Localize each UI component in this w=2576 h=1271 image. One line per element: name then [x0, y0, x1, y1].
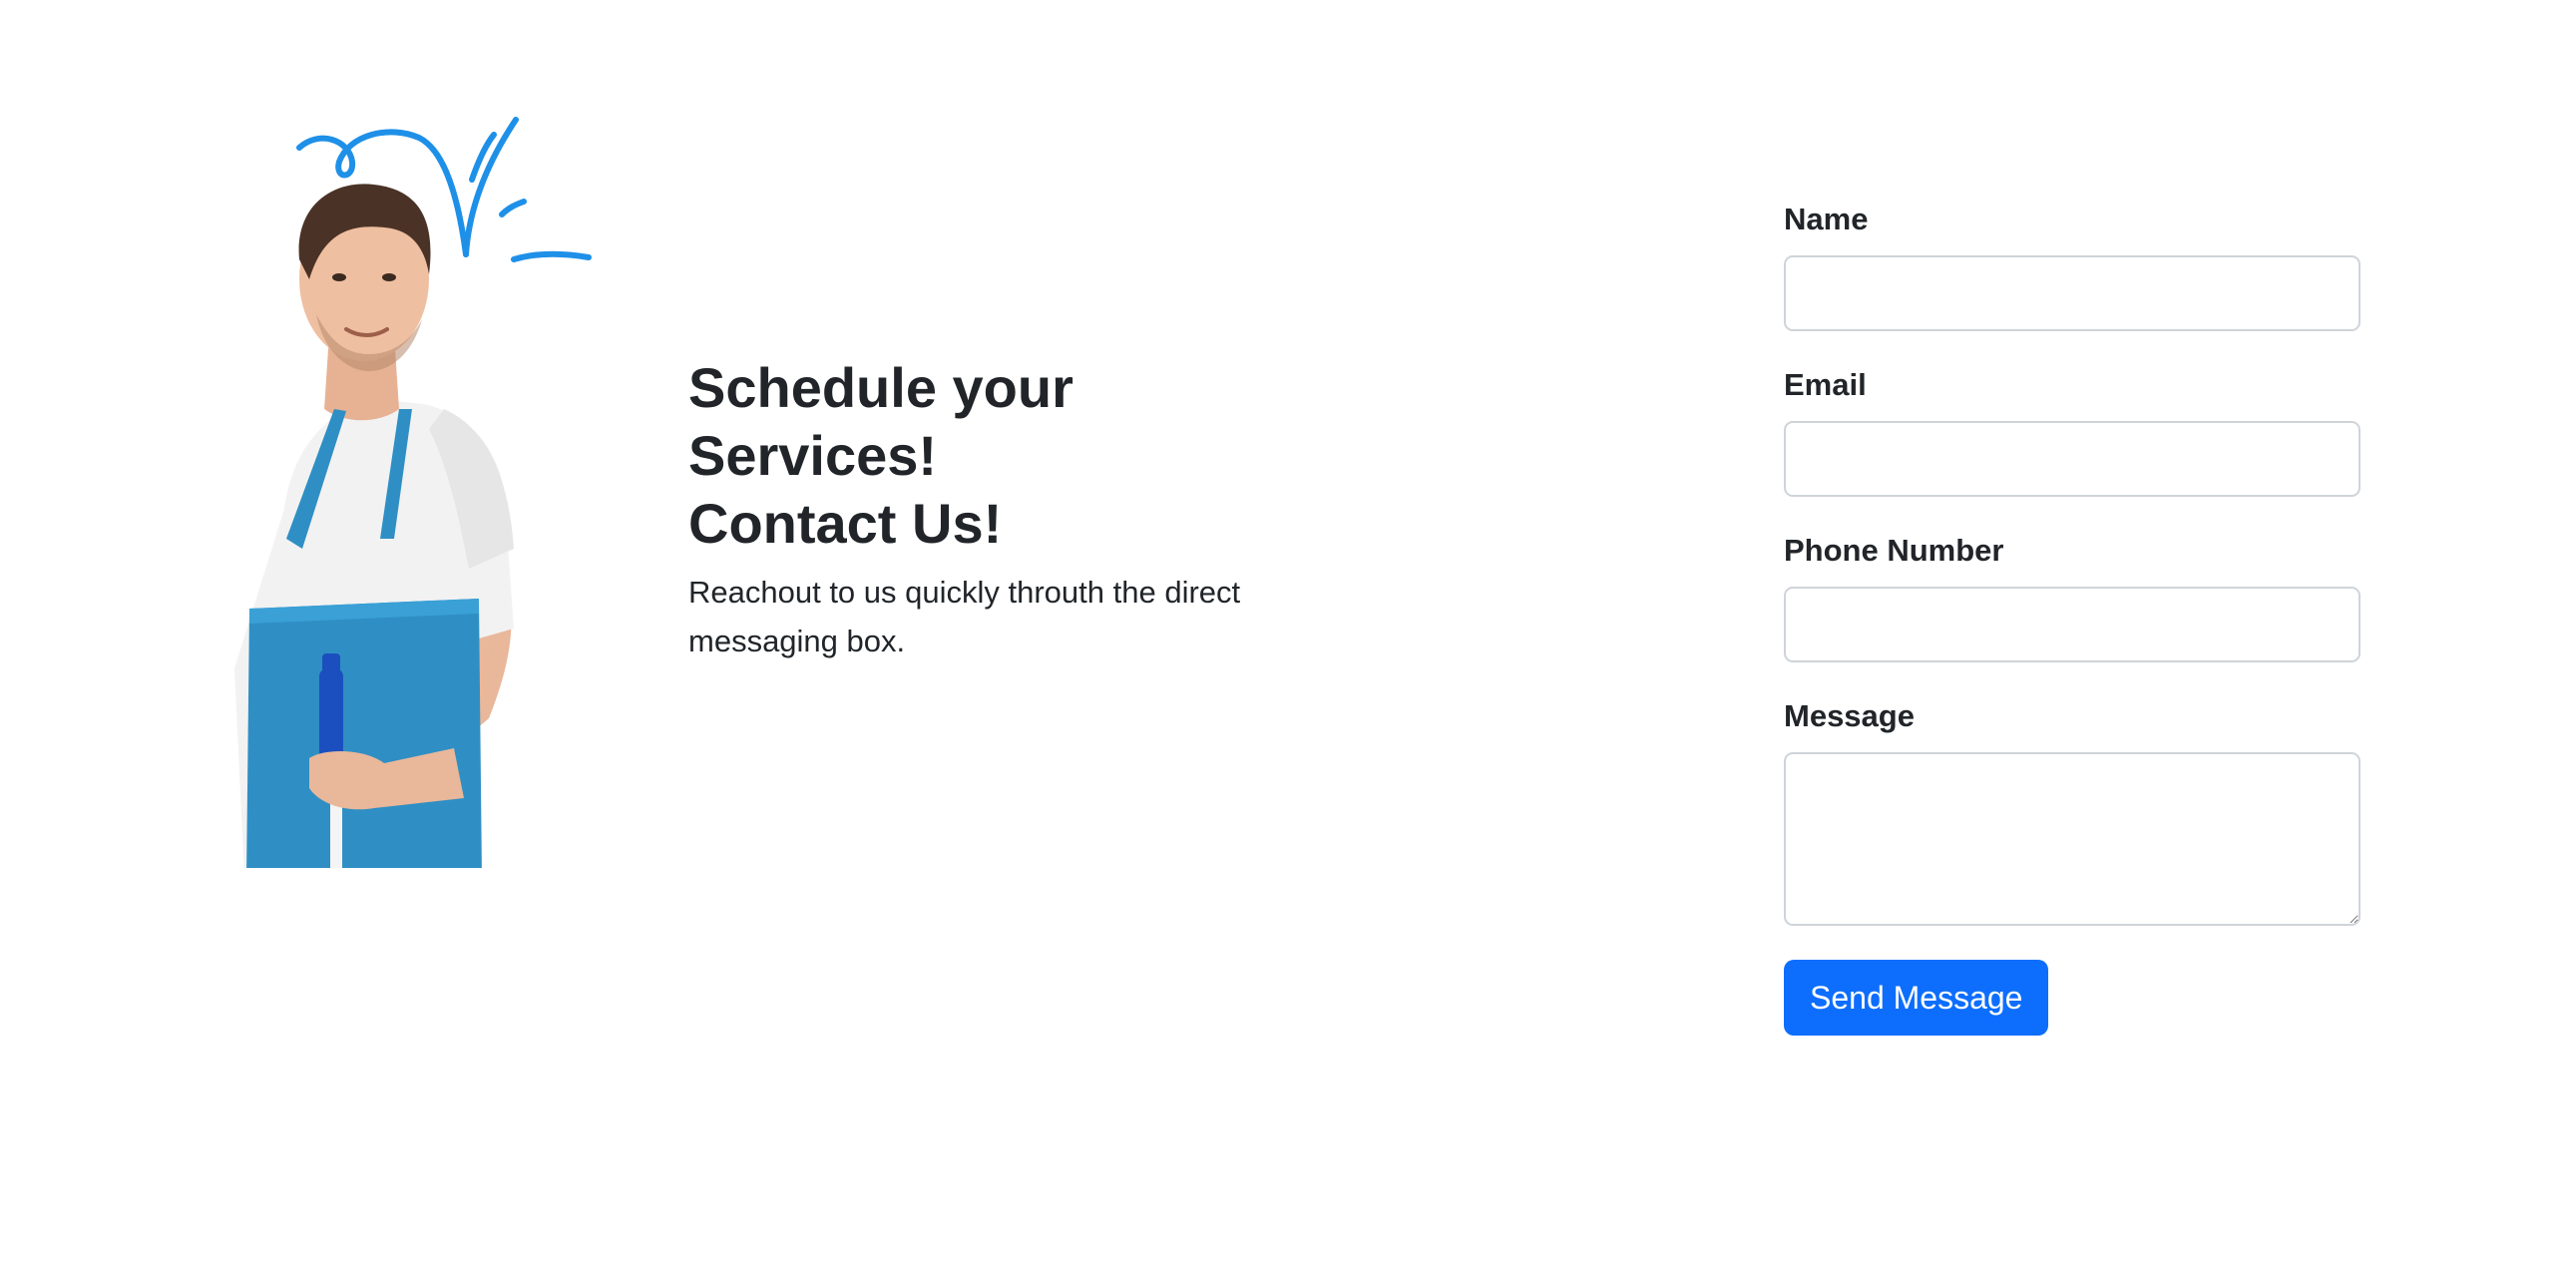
send-message-button[interactable]: Send Message — [1784, 960, 2049, 1036]
name-label: Name — [1784, 202, 1869, 236]
message-label: Message — [1784, 698, 1915, 733]
cleaning-worker-icon — [234, 117, 592, 868]
cleaning-worker-illustration — [224, 110, 644, 868]
phone-number-label: Phone Number — [1784, 533, 2004, 568]
intro-description: Reachout to us quickly throuth the direc… — [688, 575, 1241, 658]
message-textarea[interactable] — [1784, 752, 2361, 926]
name-input[interactable] — [1784, 255, 2361, 331]
contact-form: Name Email Phone Number Message Send Mes… — [1784, 200, 2361, 1036]
phone-number-input[interactable] — [1784, 587, 2361, 662]
email-label: Email — [1784, 367, 1867, 402]
intro-section: Schedule your Services! Contact Us! Reac… — [688, 354, 1337, 665]
email-input[interactable] — [1784, 421, 2361, 497]
page-title: Schedule your Services! Contact Us! — [688, 356, 1073, 555]
